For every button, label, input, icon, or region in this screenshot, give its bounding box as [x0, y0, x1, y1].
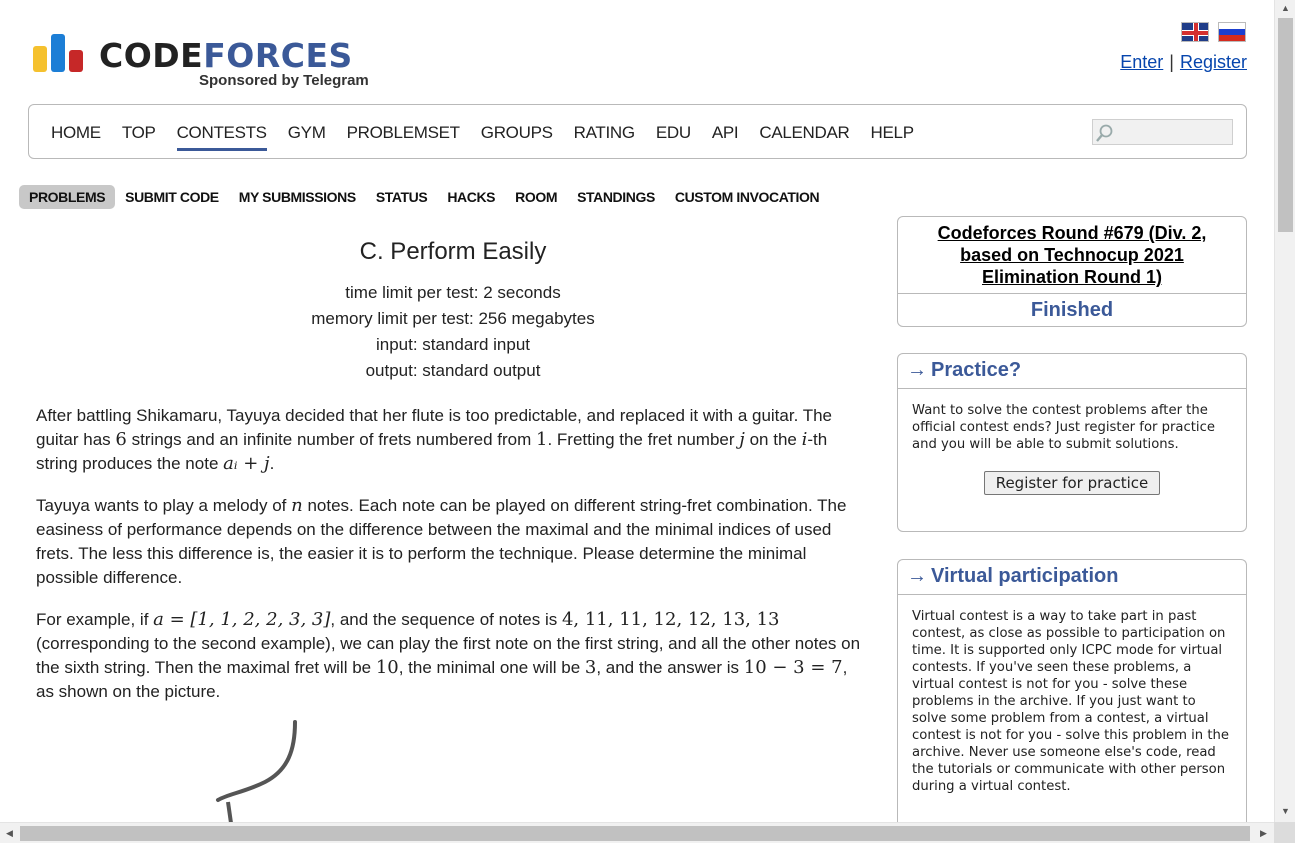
- submenu-submit-code[interactable]: SUBMIT CODE: [115, 185, 229, 209]
- scrollbar-corner: [1274, 822, 1295, 843]
- logo-wordmark: CODEFORCES: [99, 36, 353, 75]
- output-spec: output: standard output: [365, 361, 541, 380]
- submenu-hacks[interactable]: HACKS: [437, 185, 505, 209]
- codeforces-logo[interactable]: CODEFORCES Sponsored by Telegram: [33, 32, 378, 94]
- enter-link[interactable]: Enter: [1120, 52, 1163, 72]
- submenu-custom-invocation[interactable]: CUSTOM INVOCATION: [665, 185, 829, 209]
- logo-bars-icon: [33, 32, 85, 72]
- virtual-participation-box: → Virtual participation Virtual contest i…: [897, 559, 1247, 829]
- memory-limit: memory limit per test: 256 megabytes: [311, 309, 595, 328]
- register-for-practice-button[interactable]: Register for practice: [983, 471, 1161, 495]
- submenu-standings[interactable]: STANDINGS: [567, 185, 665, 209]
- menu-item-groups[interactable]: GROUPS: [481, 123, 553, 143]
- statement-paragraph-3: For example, if a = [1, 1, 2, 2, 3, 3], …: [36, 609, 861, 701]
- uk-flag-icon[interactable]: [1181, 22, 1209, 42]
- menu-item-gym[interactable]: GYM: [288, 123, 326, 143]
- scroll-down-icon[interactable]: ▼: [1281, 806, 1290, 816]
- vertical-scroll-thumb[interactable]: [1278, 18, 1293, 232]
- practice-title: Practice?: [931, 359, 1022, 381]
- problem-limits: time limit per test: 2 seconds memory li…: [36, 280, 870, 384]
- logo-sponsor: Sponsored by Telegram: [199, 72, 369, 89]
- input-spec: input: standard input: [375, 335, 531, 354]
- submenu-room[interactable]: ROOM: [505, 185, 567, 209]
- menu-item-api[interactable]: API: [712, 123, 739, 143]
- virtual-text: Virtual contest is a way to take part in…: [912, 609, 1229, 794]
- contest-submenu: PROBLEMS SUBMIT CODE MY SUBMISSIONS STATUS H…: [19, 185, 829, 209]
- search-input[interactable]: [1092, 119, 1233, 145]
- right-arrow-icon: →: [907, 359, 927, 381]
- submenu-problems[interactable]: PROBLEMS: [19, 185, 116, 209]
- statement-paragraph-2: Tayuya wants to play a melody of n notes…: [36, 495, 847, 587]
- menu-item-edu[interactable]: EDU: [656, 123, 691, 143]
- register-link[interactable]: Register: [1180, 52, 1247, 72]
- time-limit: time limit per test: 2 seconds: [345, 283, 561, 302]
- scroll-up-icon[interactable]: ▲: [1281, 3, 1290, 13]
- submenu-status[interactable]: STATUS: [366, 185, 438, 209]
- problem-title: C. Perform Easily: [359, 238, 547, 265]
- right-arrow-icon: →: [907, 565, 927, 587]
- scroll-left-icon[interactable]: ◀: [6, 828, 13, 839]
- auth-separator: |: [1169, 52, 1174, 72]
- virtual-header: → Virtual participation: [898, 560, 1246, 595]
- horizontal-scroll-thumb[interactable]: [20, 826, 1250, 841]
- menu-item-home[interactable]: HOME: [51, 123, 101, 143]
- practice-header: → Practice?: [898, 354, 1246, 389]
- submenu-my-submissions[interactable]: MY SUBMISSIONS: [229, 185, 366, 209]
- contest-title-link[interactable]: Codeforces Round #679 (Div. 2, based on …: [898, 217, 1246, 288]
- russia-flag-icon[interactable]: [1218, 22, 1246, 42]
- scroll-right-icon[interactable]: ▶: [1260, 828, 1267, 839]
- main-menu-list: HOME TOP CONTESTS GYM PROBLEMSET GROUPS RATING…: [51, 123, 935, 151]
- contest-title-line-2[interactable]: based on Technocup 2021: [960, 245, 1184, 265]
- guitar-illustration: [216, 720, 297, 823]
- contest-status: Finished: [898, 293, 1246, 322]
- menu-item-rating[interactable]: RATING: [574, 123, 635, 143]
- language-flags: [1181, 22, 1247, 44]
- practice-box: → Practice? Want to solve the contest pro…: [897, 353, 1247, 532]
- auth-links: Enter | Register: [1120, 52, 1247, 73]
- main-menu: HOME TOP CONTESTS GYM PROBLEMSET GROUPS RATING…: [28, 104, 1247, 159]
- vertical-scrollbar[interactable]: ▲ ▼: [1274, 0, 1295, 822]
- contest-info-box: Codeforces Round #679 (Div. 2, based on …: [897, 216, 1247, 327]
- menu-item-help[interactable]: HELP: [871, 123, 915, 143]
- problem-statement: C. Perform Easily time limit per test: 2…: [36, 238, 866, 704]
- contest-title-line-3[interactable]: Elimination Round 1): [982, 267, 1162, 287]
- search-icon: [1096, 124, 1113, 142]
- menu-item-top[interactable]: TOP: [122, 123, 156, 143]
- practice-text: Want to solve the contest problems after…: [912, 403, 1215, 452]
- horizontal-scrollbar[interactable]: ◀ ▶: [0, 822, 1274, 843]
- contest-title-line-1[interactable]: Codeforces Round #679 (Div. 2,: [938, 223, 1207, 243]
- statement-paragraph-1: After battling Shikamaru, Tayuya decided…: [36, 406, 833, 474]
- menu-item-problemset[interactable]: PROBLEMSET: [347, 123, 461, 143]
- menu-item-contests[interactable]: CONTESTS: [176, 123, 267, 151]
- virtual-title: Virtual participation: [931, 565, 1119, 587]
- menu-item-calendar[interactable]: CALENDAR: [759, 123, 849, 143]
